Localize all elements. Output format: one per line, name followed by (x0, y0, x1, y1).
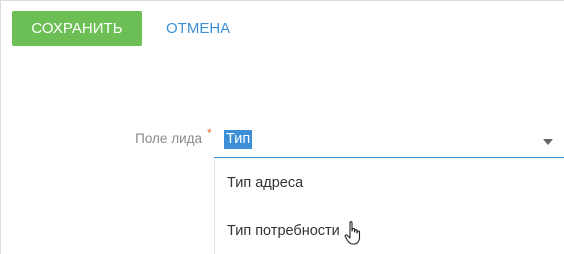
dropdown-option-need-type[interactable]: Тип потребности (227, 223, 340, 239)
dropdown-option-address-type[interactable]: Тип адреса (227, 175, 303, 191)
required-indicator: * (207, 126, 212, 140)
field-label: Поле лида (135, 131, 202, 146)
save-button[interactable]: СОХРАНИТЬ (12, 11, 142, 46)
chevron-down-icon[interactable] (543, 139, 553, 145)
dropdown-list: Тип адреса Тип потребности (214, 159, 564, 254)
selected-value: Тип (224, 130, 253, 149)
cancel-button[interactable]: ОТМЕНА (166, 11, 230, 46)
lead-field-select[interactable]: Тип (214, 124, 564, 158)
